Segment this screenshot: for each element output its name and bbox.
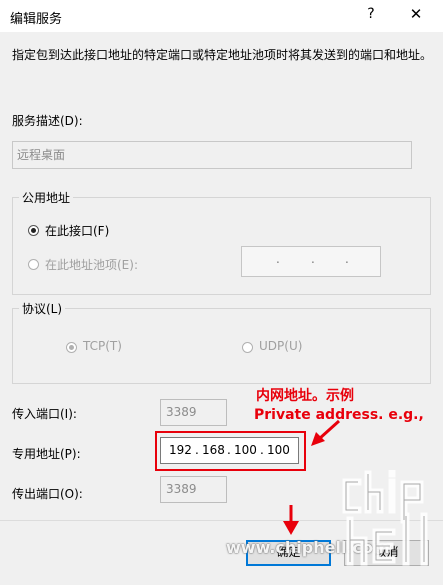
dialog-description: 指定包到达此接口地址的特定端口或特定地址池项时将其发送到的端口和地址。	[12, 48, 433, 62]
radio-this-interface-label: 在此接口(F)	[45, 224, 110, 238]
pool-ip-dot-1: .	[276, 252, 280, 266]
radio-this-interface[interactable]	[28, 225, 39, 236]
service-description-field: 远程桌面	[12, 141, 412, 169]
private-ip-dot-1: .	[195, 443, 199, 457]
outgoing-port-field: 3389	[160, 476, 227, 503]
private-address-input[interactable]: 192 . 168 . 100 . 100	[160, 437, 299, 464]
radio-udp[interactable]	[242, 342, 253, 353]
incoming-port-value: 3389	[166, 405, 197, 419]
private-ip-octet-4: 100	[267, 443, 290, 457]
private-ip-octet-3: 100	[234, 443, 257, 457]
protocol-legend: 协议(L)	[19, 300, 66, 317]
annotation-arrow-icon	[311, 419, 341, 446]
public-address-legend: 公用地址	[19, 189, 74, 206]
radio-address-pool-label: 在此地址池项(E):	[45, 258, 138, 272]
service-description-value: 远程桌面	[17, 148, 66, 162]
pool-ip-dot-3: .	[345, 252, 349, 266]
ok-arrow-icon	[283, 505, 299, 535]
private-ip-octet-2: 168	[202, 443, 225, 457]
radio-udp-label: UDP(U)	[259, 339, 303, 353]
radio-tcp[interactable]	[66, 342, 77, 353]
incoming-port-label: 传入端口(I):	[12, 407, 77, 421]
private-ip-dot-3: .	[260, 443, 264, 457]
private-ip-dot-2: .	[227, 443, 231, 457]
outgoing-port-label: 传出端口(O):	[12, 487, 83, 501]
help-icon[interactable]: ?	[363, 6, 379, 22]
pool-ip-input[interactable]: . . .	[241, 246, 381, 277]
chiphell-logo-icon	[342, 470, 428, 566]
radio-tcp-label: TCP(T)	[83, 339, 122, 353]
private-address-label: 专用地址(P):	[12, 447, 81, 461]
private-ip-octet-1: 192	[169, 443, 192, 457]
pool-ip-dot-2: .	[311, 252, 315, 266]
service-description-label: 服务描述(D):	[12, 114, 83, 128]
window-title: 编辑服务	[10, 12, 63, 27]
annotation-line-1: 内网地址。示例	[256, 388, 354, 404]
outgoing-port-value: 3389	[166, 482, 197, 496]
close-icon[interactable]: ✕	[407, 5, 425, 23]
radio-address-pool[interactable]	[28, 259, 39, 270]
incoming-port-field: 3389	[160, 399, 227, 426]
